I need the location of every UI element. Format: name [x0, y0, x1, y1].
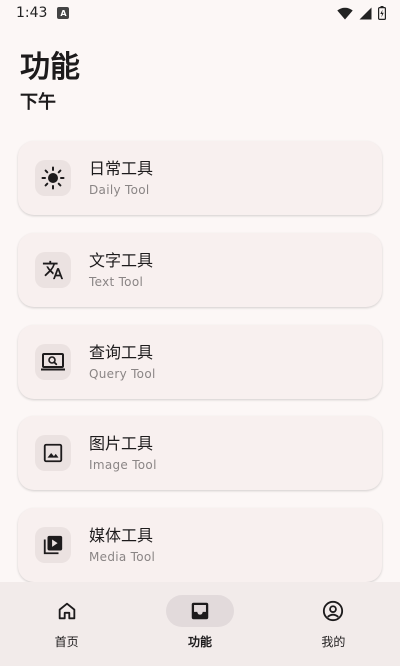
text-tool-title: 文字工具 — [89, 251, 154, 270]
nav-item-home[interactable]: 首页 — [0, 582, 133, 666]
nav-profile-pill — [299, 595, 367, 627]
media-tool-card[interactable]: 媒体工具 Media Tool — [18, 508, 382, 582]
text-tool-text: 文字工具 Text Tool — [89, 251, 153, 289]
query-tool-title: 查询工具 — [89, 343, 154, 362]
media-tool-text: 媒体工具 Media Tool — [89, 526, 155, 564]
query-tool-card[interactable]: 查询工具 Query Tool — [18, 325, 382, 399]
image-icon — [43, 443, 63, 463]
page-title: 功能 — [20, 50, 80, 85]
daily-tool-card[interactable]: 日常工具 Daily Tool — [18, 141, 382, 215]
daily-tool-icon-box — [35, 160, 71, 196]
nav-home-pill — [33, 595, 101, 627]
translate-icon — [42, 260, 64, 280]
image-tool-card[interactable]: 图片工具 Image Tool — [18, 416, 382, 490]
media-tool-icon-box — [35, 527, 71, 563]
image-tool-icon-box — [35, 435, 71, 471]
inbox-icon — [191, 602, 209, 620]
header: 功能 下午 — [20, 50, 80, 114]
nav-features-label: 功能 — [187, 635, 212, 649]
video-library-icon — [43, 535, 63, 555]
notification-a-icon: A — [57, 7, 70, 19]
screen-search-icon — [41, 353, 65, 371]
bottom-navigation: 首页 功能 我的 — [0, 582, 400, 666]
status-bar: 1:43 A — [0, 0, 400, 26]
image-tool-text: 图片工具 Image Tool — [89, 434, 157, 472]
query-tool-subtitle: Query Tool — [89, 367, 156, 381]
sun-icon — [41, 166, 65, 190]
nav-item-profile[interactable]: 我的 — [267, 582, 400, 666]
status-time: 1:43 — [16, 5, 48, 21]
nav-item-features[interactable]: 功能 — [133, 582, 266, 666]
home-icon — [58, 602, 75, 620]
status-icons — [337, 6, 386, 20]
daily-tool-text: 日常工具 Daily Tool — [89, 159, 153, 197]
nav-home-label: 首页 — [54, 635, 79, 649]
wifi-icon — [337, 7, 353, 19]
media-tool-title: 媒体工具 — [89, 526, 154, 545]
image-tool-subtitle: Image Tool — [89, 458, 157, 472]
signal-icon — [359, 7, 372, 19]
nav-profile-label: 我的 — [321, 635, 346, 649]
daily-tool-title: 日常工具 — [89, 159, 154, 178]
query-tool-text: 查询工具 Query Tool — [89, 343, 156, 381]
text-tool-subtitle: Text Tool — [89, 275, 144, 289]
battery-icon — [378, 6, 386, 20]
media-tool-subtitle: Media Tool — [89, 550, 156, 564]
nav-features-pill — [165, 595, 234, 627]
image-tool-title: 图片工具 — [89, 434, 154, 453]
account-icon — [323, 600, 344, 622]
daily-tool-subtitle: Daily Tool — [89, 183, 150, 197]
text-tool-card[interactable]: 文字工具 Text Tool — [18, 233, 382, 307]
page-subtitle: 下午 — [20, 92, 56, 113]
text-tool-icon-box — [35, 252, 71, 288]
query-tool-icon-box — [35, 344, 71, 380]
